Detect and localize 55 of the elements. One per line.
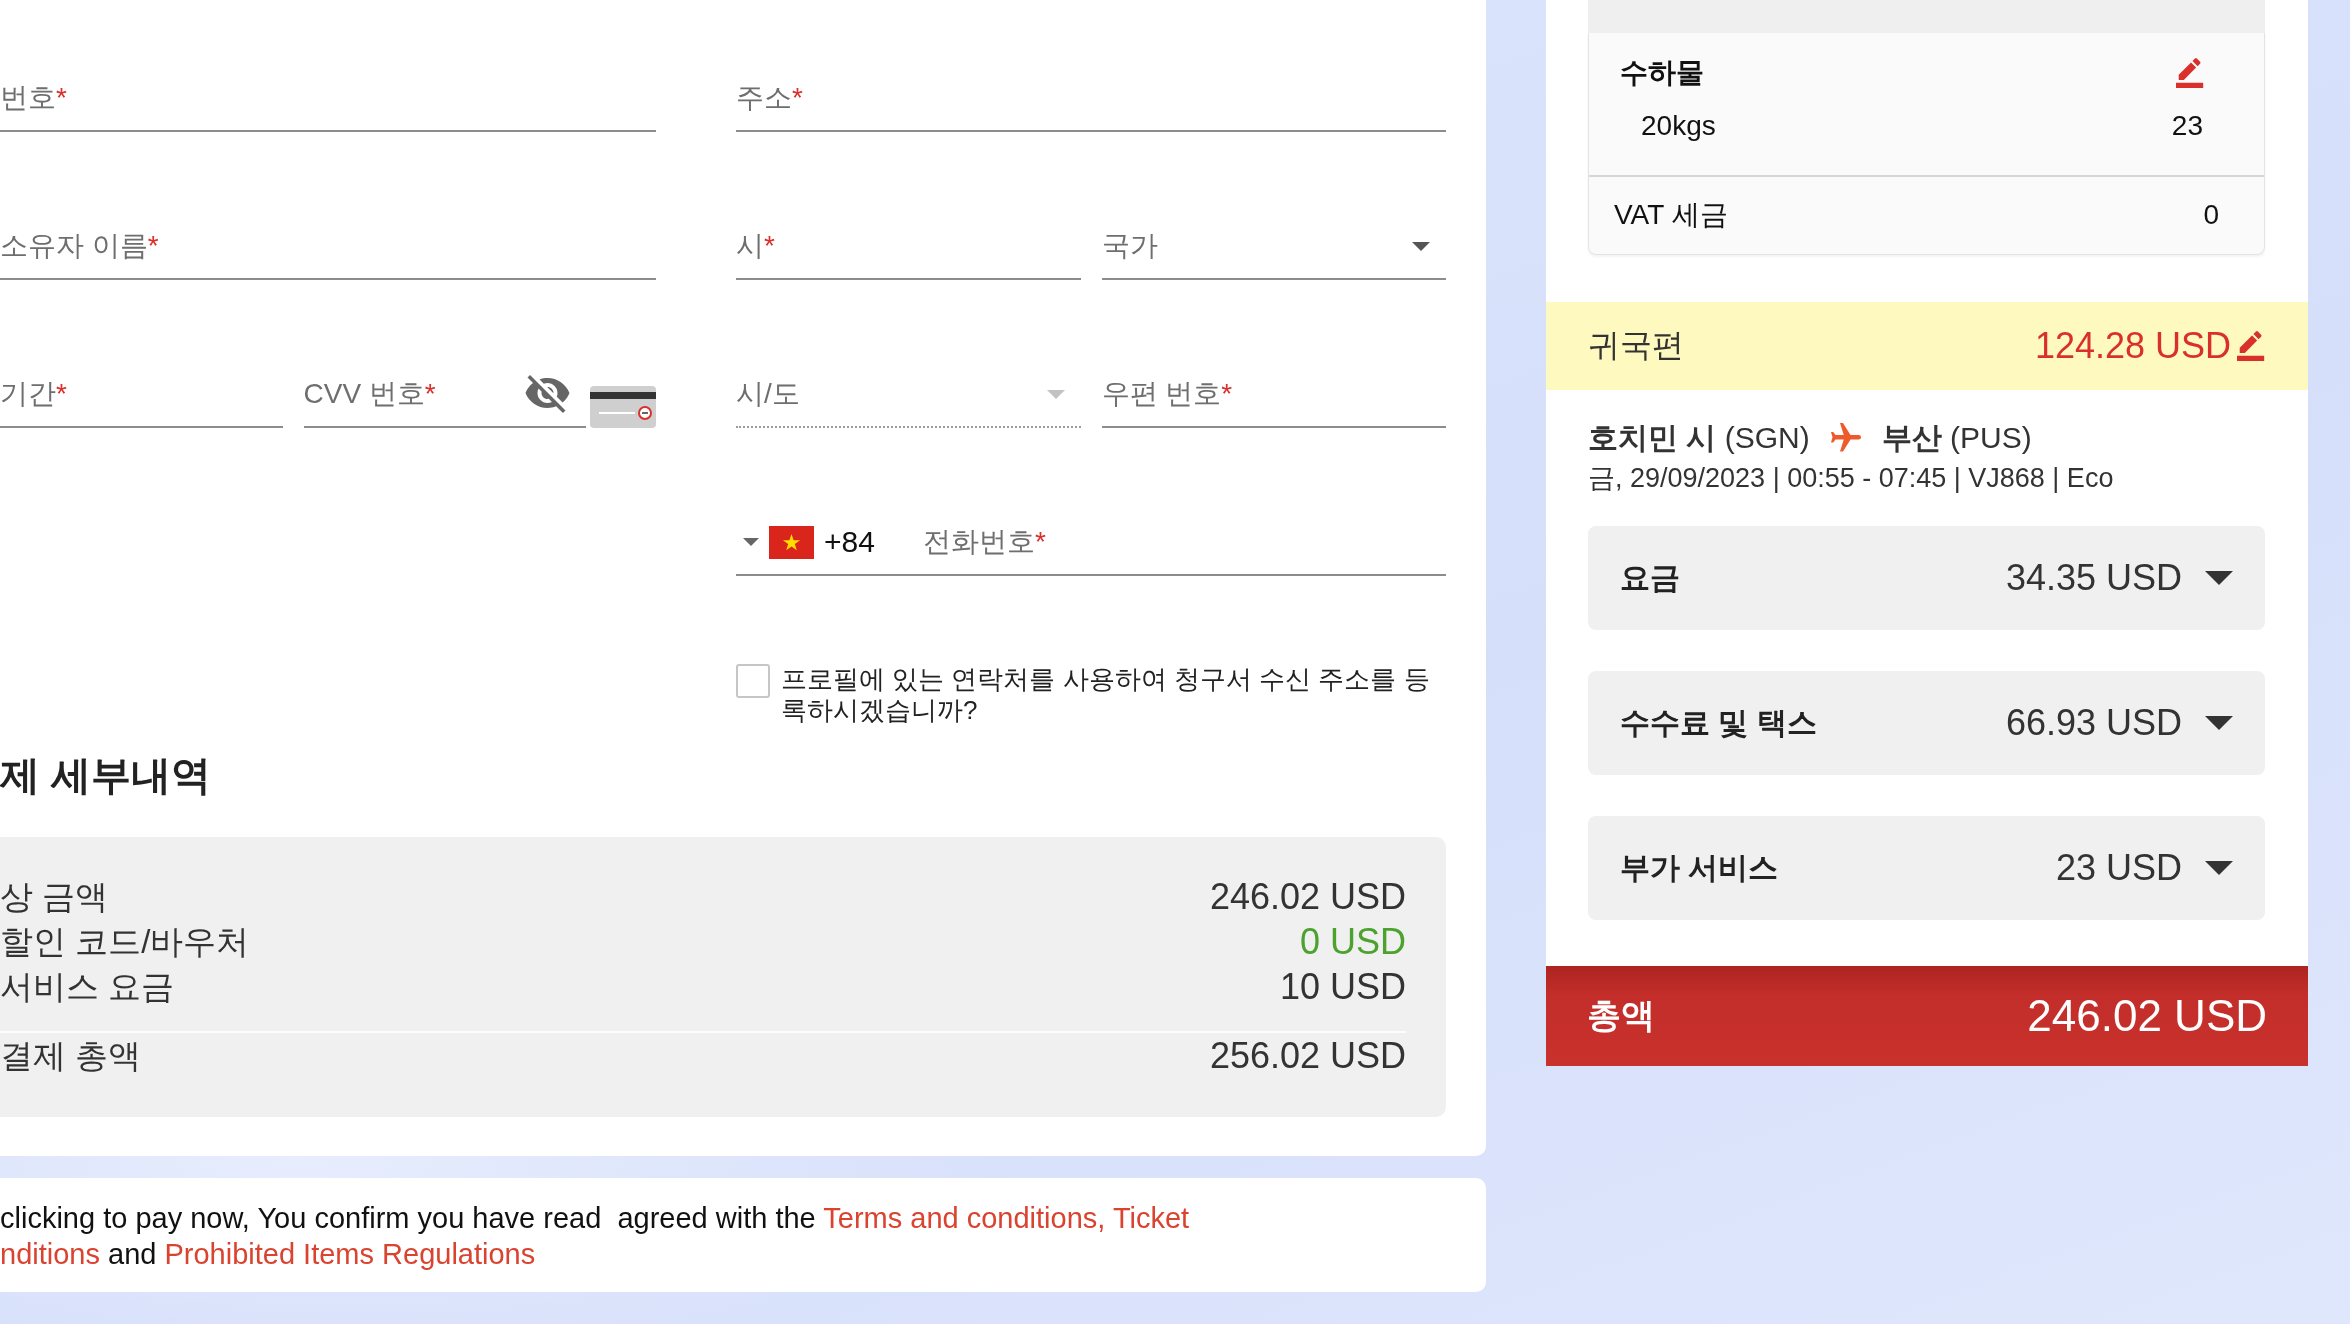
- summary-amount: 10 USD: [1279, 965, 1406, 1009]
- country-code-select[interactable]: +84: [736, 516, 923, 576]
- breakdown-amount: 34.35 USD: [2005, 557, 2182, 599]
- summary-amount: 256.02 USD: [1209, 1034, 1406, 1078]
- breakdown-amount: 23 USD: [2055, 847, 2182, 889]
- baggage-title: 수하물: [1620, 56, 1704, 90]
- caret-icon: [1412, 241, 1430, 251]
- select-field[interactable]: 국가: [1101, 220, 1446, 280]
- return-flight-price: 124.28 USD: [2034, 325, 2231, 367]
- breakdown-label: 요금: [1620, 559, 1680, 596]
- input-field[interactable]: 주소*: [736, 72, 1446, 132]
- checkbox[interactable]: [736, 664, 770, 698]
- baggage-value: 23: [2171, 109, 2203, 143]
- terms-text: clicking to pay now, You confirm you have read agreed with the Terms and conditions, Ticket nditions and Prohibited Items Regulations: [0, 1201, 1191, 1272]
- vat-label: VAT 세금: [1614, 198, 1728, 232]
- summary-label: 결제 총액: [0, 1036, 142, 1076]
- input-field[interactable]: 소유자 이름*: [0, 220, 656, 280]
- summary-label: 서비스 요금: [0, 967, 175, 1007]
- terms-link[interactable]: Terms and conditions, Ticket: [823, 1202, 1190, 1234]
- terms-link[interactable]: Prohibited Items Regulations: [164, 1238, 536, 1270]
- summary-amount: 0 USD: [1299, 920, 1406, 964]
- caret-icon: [1046, 389, 1065, 399]
- return-flight-title: 귀국편: [1588, 326, 1684, 365]
- airplane-icon: [1829, 423, 1862, 453]
- summary-label: 할인 코드/바우처: [0, 922, 250, 962]
- checkbox-label: 프로필에 있는 연락처를 사용하여 청구서 수신 주소를 등록하시겠습니까?: [781, 664, 1431, 726]
- summary-label: 상 금액: [0, 877, 109, 917]
- section-title: 제 세부내역: [0, 752, 213, 799]
- flag-icon: [769, 525, 814, 559]
- input-field[interactable]: 시*: [736, 220, 1081, 280]
- breakdown-amount: 66.93 USD: [2005, 702, 2182, 744]
- input-field[interactable]: CVV 번호*: [303, 368, 586, 428]
- breakdown-accordion[interactable]: 수수료 및 택스 66.93 USD: [1588, 671, 2265, 775]
- baggage-label: 20kgs: [1641, 109, 1716, 143]
- eye-slash-icon[interactable]: [525, 375, 570, 413]
- route-destination: 부산 (PUS): [1881, 420, 2032, 456]
- total-label: 총액: [1587, 995, 1655, 1036]
- route-origin: 호치민 시 (SGN): [1588, 420, 1810, 456]
- summary-amount: 246.02 USD: [1209, 875, 1406, 919]
- pencil-icon[interactable]: [2176, 56, 2204, 90]
- breakdown-accordion[interactable]: 요금 34.35 USD: [1588, 526, 2265, 630]
- total-amount: 246.02 USD: [2027, 991, 2267, 1041]
- input-field[interactable]: 번호*: [0, 72, 656, 132]
- terms-link[interactable]: nditions: [0, 1238, 100, 1270]
- vat-value: 0: [2203, 198, 2219, 232]
- phone-input-field[interactable]: 전화번호*: [923, 516, 1446, 576]
- caret-icon: [743, 538, 759, 546]
- pencil-icon[interactable]: [2237, 329, 2265, 363]
- input-field[interactable]: 기간*: [0, 368, 283, 428]
- breakdown-label: 부가 서비스: [1620, 849, 1779, 886]
- breakdown-accordion[interactable]: 부가 서비스 23 USD: [1588, 816, 2265, 920]
- card-icon: [590, 386, 656, 428]
- input-field[interactable]: 우편 번호*: [1101, 368, 1446, 428]
- breakdown-label: 수수료 및 택스: [1620, 704, 1817, 741]
- flight-schedule: 금, 29/09/2023 | 00:55 - 07:45 | VJ868 | Eco: [1588, 462, 2115, 495]
